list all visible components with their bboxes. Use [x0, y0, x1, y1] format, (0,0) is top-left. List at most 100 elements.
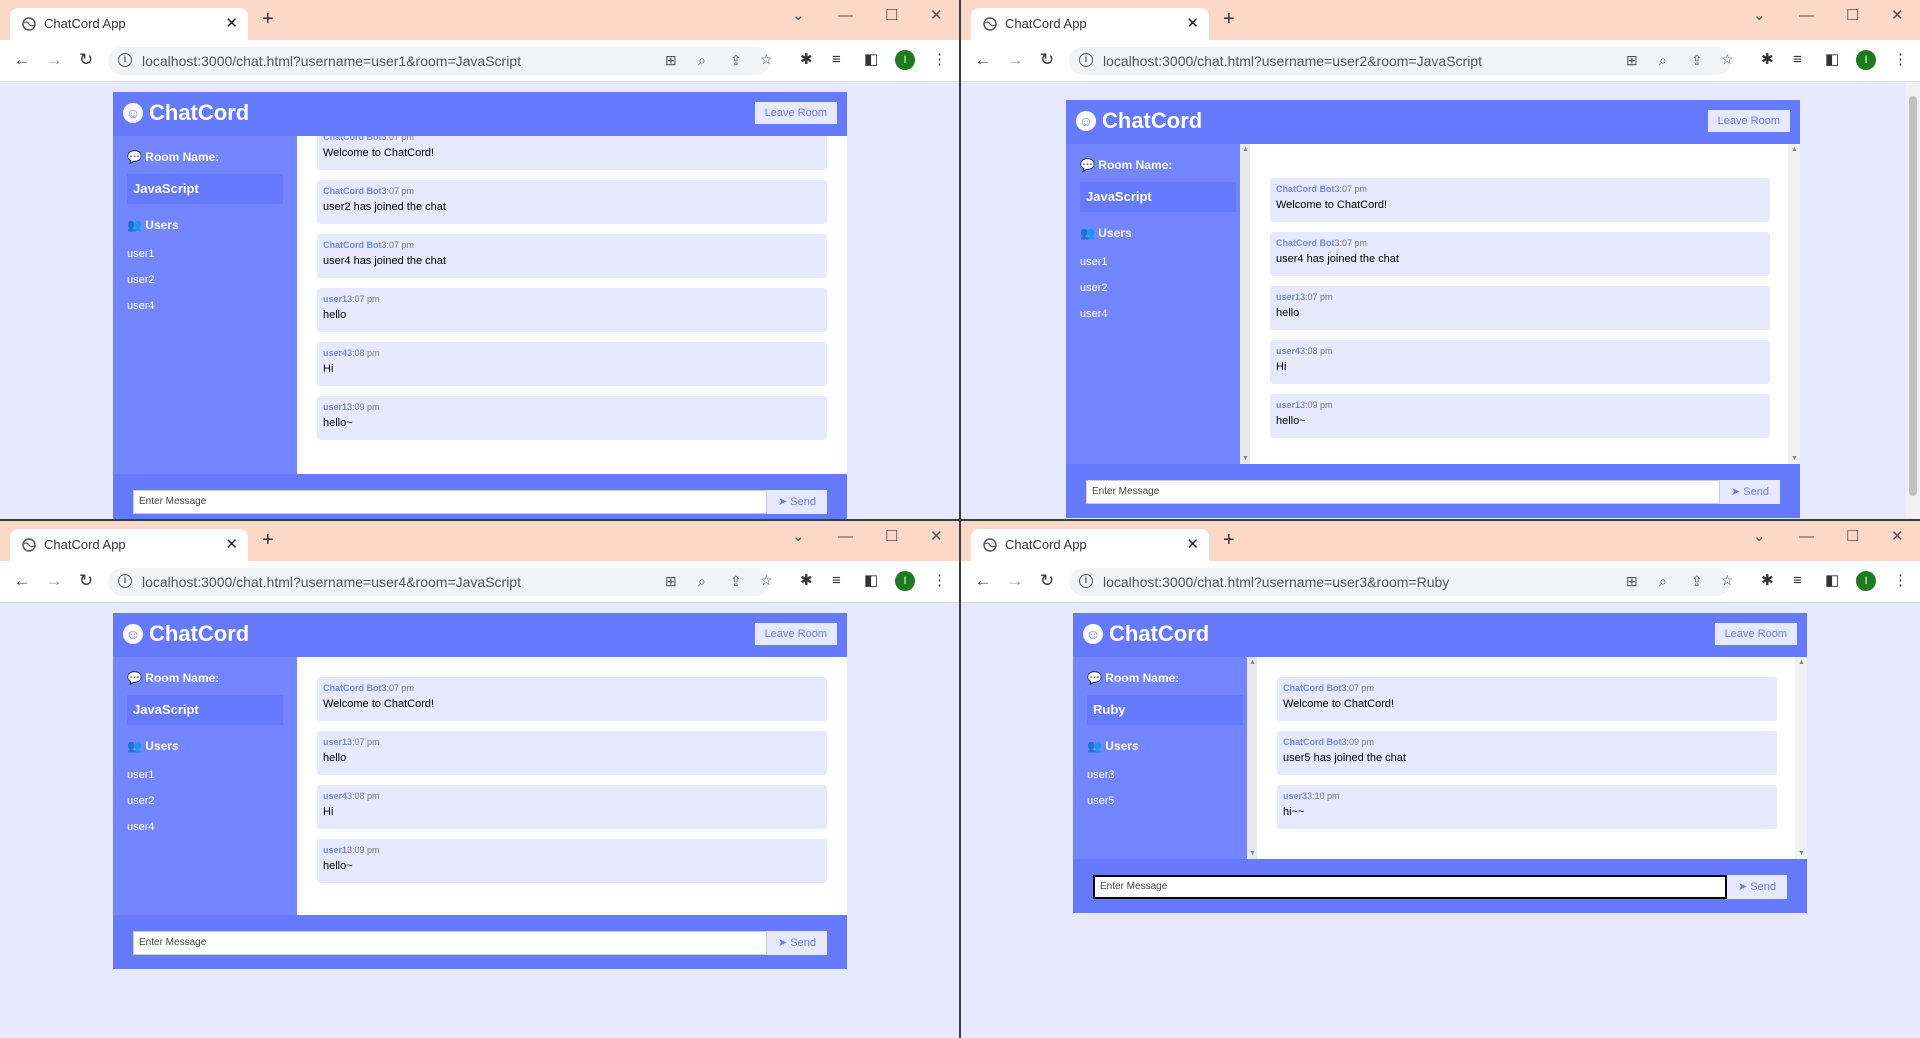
maximize-icon[interactable]: ☐ — [1846, 8, 1859, 24]
chat-messages[interactable]: ChatCord Bot3:07 pm Welcome to ChatCord! C… — [297, 136, 847, 474]
bookmark-star-icon[interactable]: ☆ — [760, 51, 773, 68]
browser-tab[interactable]: ChatCord App ✕ — [10, 8, 248, 40]
menu-dots-icon[interactable]: ⋮ — [932, 50, 947, 70]
zoom-icon[interactable]: ⌕ — [1659, 52, 1667, 69]
tab-search-icon[interactable]: ⌄ — [1753, 529, 1766, 545]
side-panel-icon[interactable]: ◧ — [864, 50, 878, 70]
profile-avatar[interactable]: I — [1856, 571, 1876, 591]
bookmark-star-icon[interactable]: ☆ — [1721, 572, 1734, 589]
menu-dots-icon[interactable]: ⋮ — [1893, 50, 1908, 70]
address-bar[interactable]: i localhost:3000/chat.html?username=user2… — [1069, 47, 1734, 75]
minimize-icon[interactable]: — — [1799, 529, 1814, 545]
url-text[interactable]: localhost:3000/chat.html?username=user1&… — [142, 53, 521, 69]
scroll-up-arrow-icon[interactable]: ▲ — [1242, 146, 1249, 153]
bookmark-star-icon[interactable]: ☆ — [760, 572, 773, 589]
back-icon[interactable]: ← — [12, 50, 32, 70]
extensions-icon[interactable]: ✱ — [800, 571, 813, 591]
reading-list-icon[interactable]: ≡ — [832, 571, 841, 591]
scroll-up-arrow-icon[interactable]: ▲ — [1791, 146, 1798, 153]
browser-tab[interactable]: ChatCord App ✕ — [10, 529, 248, 561]
back-icon[interactable]: ← — [12, 571, 32, 591]
reload-icon[interactable]: ↻ — [1037, 50, 1057, 70]
scroll-up-arrow-icon[interactable]: ▲ — [1798, 659, 1805, 666]
new-tab-icon[interactable]: + — [1223, 9, 1235, 29]
browser-tab[interactable]: ChatCord App ✕ — [971, 529, 1209, 561]
reading-list-icon[interactable]: ≡ — [1793, 571, 1802, 591]
side-panel-icon[interactable]: ◧ — [1825, 571, 1839, 591]
profile-avatar[interactable]: I — [895, 571, 915, 591]
forward-icon[interactable]: → — [1005, 571, 1025, 591]
menu-dots-icon[interactable]: ⋮ — [1893, 571, 1908, 591]
share-icon[interactable]: ⇪ — [1691, 573, 1703, 590]
close-window-icon[interactable]: ✕ — [930, 8, 943, 24]
minimize-icon[interactable]: — — [838, 529, 853, 545]
zoom-icon[interactable]: ⌕ — [698, 573, 706, 590]
tab-search-icon[interactable]: ⌄ — [792, 529, 805, 545]
sidebar-scrollbar[interactable]: ▲ ▼ — [1247, 657, 1257, 859]
side-panel-icon[interactable]: ◧ — [864, 571, 878, 591]
chat-messages[interactable]: ChatCord Bot3:07 pm Welcome to ChatCord! u… — [297, 657, 847, 915]
address-bar[interactable]: i localhost:3000/chat.html?username=user4… — [108, 568, 773, 596]
message-input[interactable]: Enter Message — [1086, 480, 1720, 504]
page-scrollbar[interactable] — [1906, 82, 1920, 519]
close-window-icon[interactable]: ✕ — [1891, 529, 1904, 545]
scroll-down-arrow-icon[interactable]: ▼ — [1242, 455, 1249, 462]
site-info-icon[interactable]: i — [1079, 574, 1093, 588]
minimize-icon[interactable]: — — [838, 8, 853, 24]
new-tab-icon[interactable]: + — [262, 530, 274, 550]
send-button[interactable]: ➤ Send — [767, 490, 827, 514]
site-info-icon[interactable]: i — [118, 574, 132, 588]
close-tab-icon[interactable]: ✕ — [1186, 14, 1199, 32]
tab-search-icon[interactable]: ⌄ — [1753, 8, 1766, 24]
share-icon[interactable]: ⇪ — [1691, 52, 1703, 69]
page-scrollbar-thumb[interactable] — [1909, 96, 1917, 496]
minimize-icon[interactable]: — — [1799, 8, 1814, 24]
scroll-down-arrow-icon[interactable]: ▼ — [1249, 850, 1256, 857]
sidebar-scrollbar[interactable]: ▲ ▼ — [1240, 144, 1250, 464]
leave-room-button[interactable]: Leave Room — [1714, 623, 1797, 645]
back-icon[interactable]: ← — [973, 571, 993, 591]
messages-scrollbar[interactable]: ▲ ▼ — [1795, 657, 1807, 859]
scroll-up-arrow-icon[interactable]: ▲ — [1249, 659, 1256, 666]
send-button[interactable]: ➤ Send — [1727, 875, 1787, 899]
reload-icon[interactable]: ↻ — [76, 50, 96, 70]
site-info-icon[interactable]: i — [1079, 53, 1093, 67]
message-input[interactable]: Enter Message — [133, 931, 767, 955]
menu-dots-icon[interactable]: ⋮ — [932, 571, 947, 591]
reload-icon[interactable]: ↻ — [76, 571, 96, 591]
maximize-icon[interactable]: ☐ — [885, 8, 898, 24]
forward-icon[interactable]: → — [1005, 50, 1025, 70]
leave-room-button[interactable]: Leave Room — [754, 102, 837, 124]
extensions-icon[interactable]: ✱ — [1761, 50, 1774, 70]
messages-scrollbar[interactable]: ▲ ▼ — [1788, 144, 1800, 464]
close-tab-icon[interactable]: ✕ — [1186, 535, 1199, 553]
chat-messages[interactable]: ChatCord Bot3:07 pm Welcome to ChatCord! C… — [1257, 657, 1807, 859]
reading-list-icon[interactable]: ≡ — [1793, 50, 1802, 70]
send-button[interactable]: ➤ Send — [1720, 480, 1780, 504]
translate-icon[interactable]: ⊞ — [1626, 573, 1638, 590]
message-input[interactable]: Enter Message — [133, 490, 767, 514]
side-panel-icon[interactable]: ◧ — [1825, 50, 1839, 70]
send-button[interactable]: ➤ Send — [767, 931, 827, 955]
translate-icon[interactable]: ⊞ — [665, 573, 677, 590]
leave-room-button[interactable]: Leave Room — [1707, 110, 1790, 132]
profile-avatar[interactable]: I — [1856, 50, 1876, 70]
maximize-icon[interactable]: ☐ — [885, 529, 898, 545]
profile-avatar[interactable]: I — [895, 50, 915, 70]
scroll-down-arrow-icon[interactable]: ▼ — [1791, 455, 1798, 462]
reload-icon[interactable]: ↻ — [1037, 571, 1057, 591]
site-info-icon[interactable]: i — [118, 53, 132, 67]
zoom-icon[interactable]: ⌕ — [698, 52, 706, 69]
maximize-icon[interactable]: ☐ — [1846, 529, 1859, 545]
address-bar[interactable]: i localhost:3000/chat.html?username=user3… — [1069, 568, 1734, 596]
zoom-icon[interactable]: ⌕ — [1659, 573, 1667, 590]
url-text[interactable]: localhost:3000/chat.html?username=user2&… — [1103, 53, 1482, 69]
extensions-icon[interactable]: ✱ — [1761, 571, 1774, 591]
leave-room-button[interactable]: Leave Room — [754, 623, 837, 645]
new-tab-icon[interactable]: + — [1223, 530, 1235, 550]
close-window-icon[interactable]: ✕ — [930, 529, 943, 545]
close-tab-icon[interactable]: ✕ — [225, 14, 238, 32]
share-icon[interactable]: ⇪ — [730, 573, 742, 590]
url-text[interactable]: localhost:3000/chat.html?username=user4&… — [142, 574, 521, 590]
close-window-icon[interactable]: ✕ — [1891, 8, 1904, 24]
